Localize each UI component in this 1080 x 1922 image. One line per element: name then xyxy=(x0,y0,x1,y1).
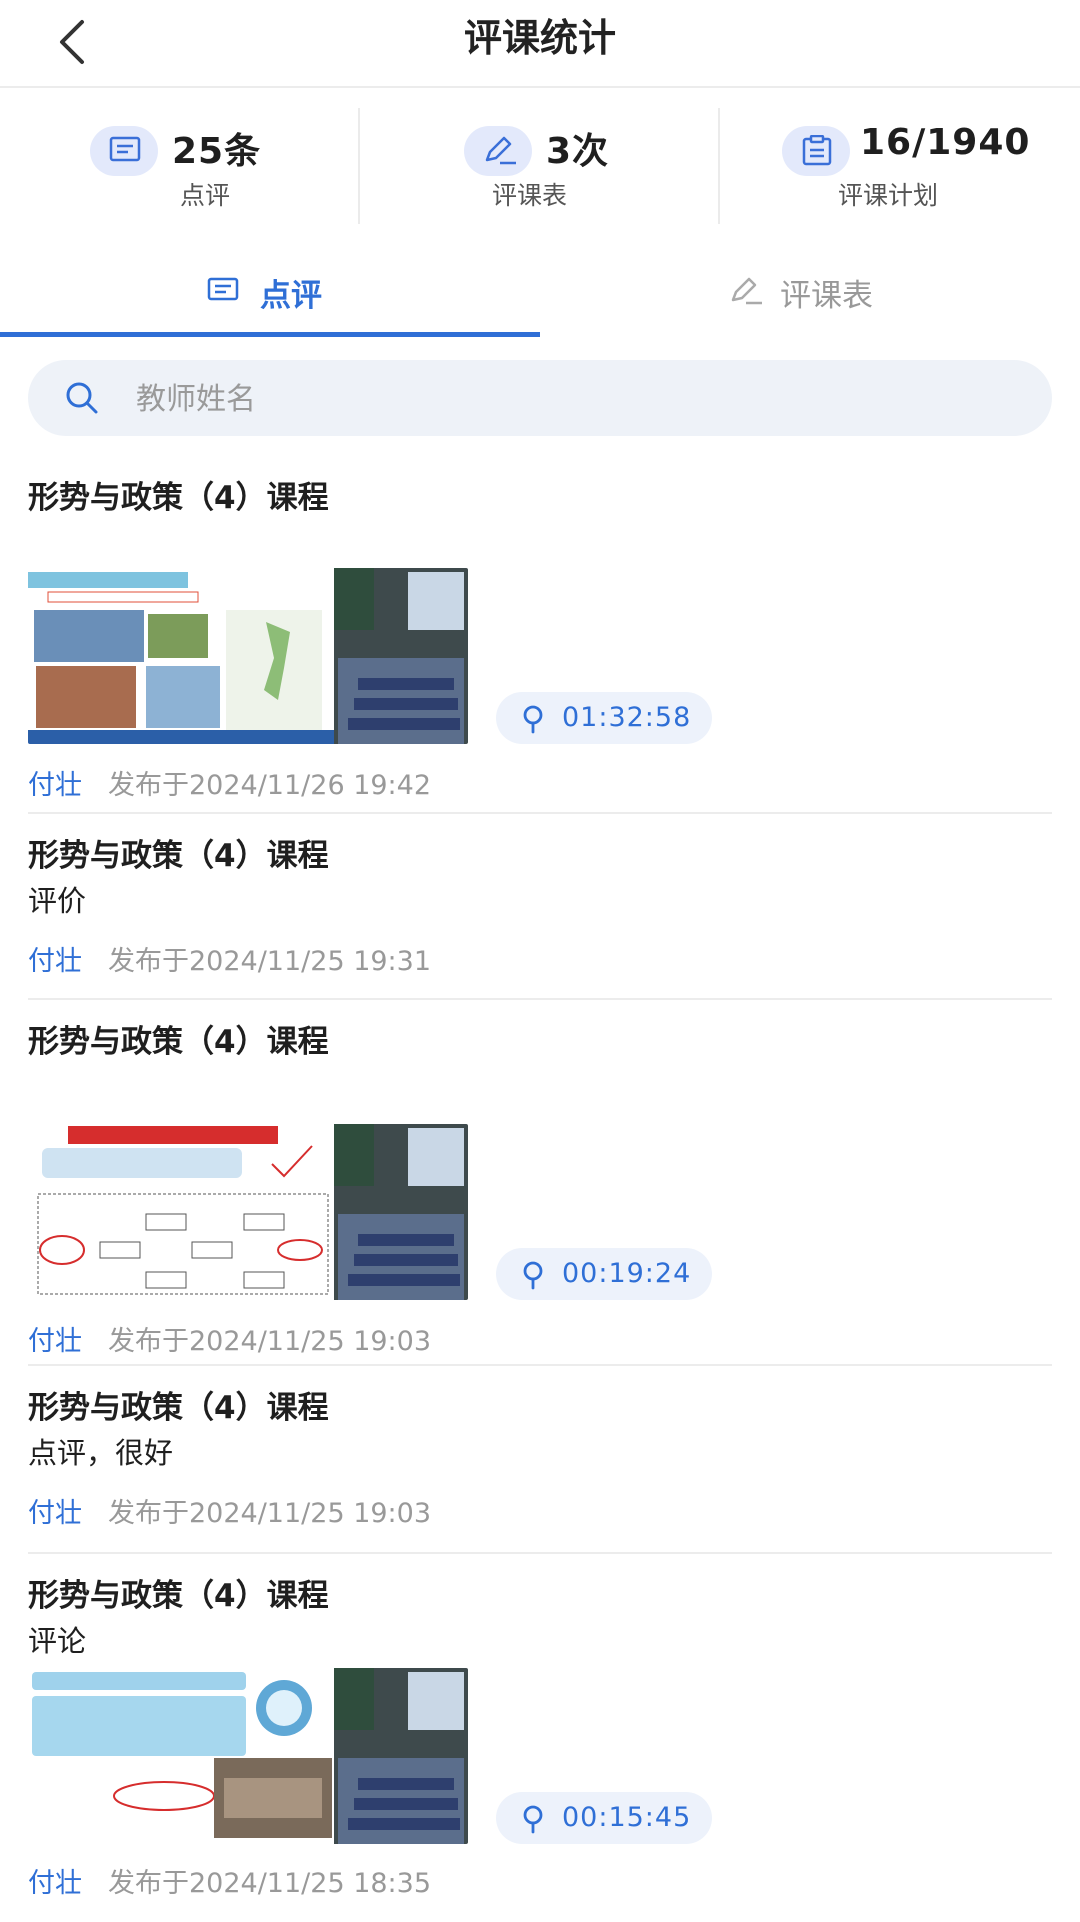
video-attachment[interactable]: 00:15:45 xyxy=(28,1668,1052,1844)
video-attachment[interactable]: 01:32:58 xyxy=(28,568,1052,744)
duration-text: 00:15:45 xyxy=(562,1802,692,1833)
location-pin-icon xyxy=(523,1261,543,1290)
stat-label: 评课计划 xyxy=(838,181,939,210)
video-attachment[interactable]: 00:19:24 xyxy=(28,1124,1052,1300)
page-title: 评课统计 xyxy=(463,16,616,60)
stat-plans[interactable]: 16/1940 评课计划 xyxy=(720,100,1080,230)
comment-text xyxy=(28,520,1052,558)
course-title: 形势与政策（4）课程 xyxy=(28,1024,329,1060)
list-item[interactable]: 形势与政策（4）课程 xyxy=(28,440,1052,814)
item-meta: 付壮 发布于2024/11/25 19:31 xyxy=(28,924,1052,1000)
edit-icon xyxy=(731,277,762,305)
comment-icon xyxy=(90,126,158,176)
list-item[interactable]: 形势与政策（4）课程 xyxy=(28,1000,1052,1366)
video-thumbnail[interactable] xyxy=(28,1668,468,1844)
author-link[interactable]: 付壮 xyxy=(28,770,82,801)
stat-label: 点评 xyxy=(180,181,231,210)
publish-time: 发布于2024/11/25 19:03 xyxy=(108,1326,432,1357)
author-link[interactable]: 付壮 xyxy=(28,1868,82,1899)
location-pin-icon xyxy=(523,1805,543,1834)
tab-bar: 点评 评课表 xyxy=(0,250,1080,338)
search-input[interactable] xyxy=(134,360,1018,438)
course-title: 形势与政策（4）课程 xyxy=(28,1578,329,1614)
app-header: 评课统计 xyxy=(0,0,1080,88)
publish-time: 发布于2024/11/26 19:42 xyxy=(108,770,432,801)
search-bar xyxy=(28,360,1052,438)
comment-text: 评价 xyxy=(28,884,87,918)
author-link[interactable]: 付壮 xyxy=(28,1498,82,1529)
course-title: 形势与政策（4）课程 xyxy=(28,1390,329,1426)
course-title: 形势与政策（4）课程 xyxy=(28,480,329,516)
edit-icon xyxy=(464,126,532,176)
active-tab-indicator xyxy=(0,332,540,337)
item-meta: 付壮 发布于2024/11/25 19:03 xyxy=(28,1476,1052,1552)
author-link[interactable]: 付壮 xyxy=(28,1326,82,1357)
tab-review-forms[interactable]: 评课表 xyxy=(540,250,1080,336)
publish-time: 发布于2024/11/25 19:03 xyxy=(108,1498,432,1529)
comment-icon xyxy=(207,277,239,301)
publish-time: 发布于2024/11/25 19:31 xyxy=(108,946,432,977)
list-item[interactable]: 形势与政策（4）课程 点评，很好 付壮 发布于2024/11/25 19:03 xyxy=(28,1366,1052,1554)
publish-time: 发布于2024/11/25 18:35 xyxy=(108,1868,432,1899)
comment-list: 形势与政策（4）课程 01:32:58 付壮 发布于2024/11/26 19:… xyxy=(0,440,1080,1914)
author-link[interactable]: 付壮 xyxy=(28,946,82,977)
list-item[interactable]: 形势与政策（4）课程 评价 付壮 发布于2024/11/25 19:31 xyxy=(28,814,1052,1000)
search-icon xyxy=(66,382,98,414)
stats-bar: 25条 点评 3次 评课表 16/1940 评课计划 xyxy=(0,100,1080,230)
comment-text: 评论 xyxy=(28,1624,87,1658)
stat-label: 评课表 xyxy=(492,181,568,210)
location-pin-icon xyxy=(523,705,543,734)
item-meta: 付壮 发布于2024/11/25 18:35 xyxy=(28,1846,1052,1922)
duration-text: 01:32:58 xyxy=(562,702,692,733)
stat-reviews[interactable]: 3次 评课表 xyxy=(360,100,720,230)
duration-badge: 01:32:58 xyxy=(496,692,712,744)
stat-value: 25条 xyxy=(172,131,262,172)
list-item[interactable]: 形势与政策（4）课程 评论 00:15:45 付壮 发布于2024/11/25 … xyxy=(28,1554,1052,1914)
item-meta: 付壮 发布于2024/11/26 19:42 xyxy=(28,748,1052,824)
course-title: 形势与政策（4）课程 xyxy=(28,838,329,874)
plan-icon xyxy=(782,126,850,176)
tab-label: 评课表 xyxy=(780,278,873,314)
stat-value: 16/1940 xyxy=(860,122,1031,163)
video-thumbnail[interactable] xyxy=(28,1124,468,1300)
duration-badge: 00:19:24 xyxy=(496,1248,712,1300)
tab-label: 点评 xyxy=(260,278,322,314)
duration-badge: 00:15:45 xyxy=(496,1792,712,1844)
comment-text xyxy=(28,1064,1052,1118)
duration-text: 00:19:24 xyxy=(562,1258,692,1289)
stat-value: 3次 xyxy=(546,131,610,172)
comment-text: 点评，很好 xyxy=(28,1436,174,1470)
stat-comments[interactable]: 25条 点评 xyxy=(0,100,360,230)
tab-comments[interactable]: 点评 xyxy=(0,250,540,337)
video-thumbnail[interactable] xyxy=(28,568,468,744)
